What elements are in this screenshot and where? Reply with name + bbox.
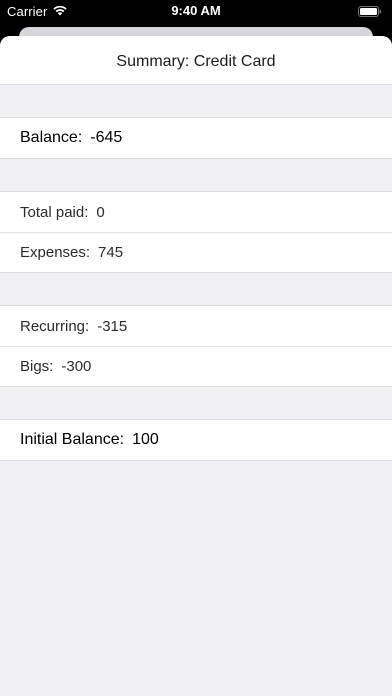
expenses-row: Expenses: 745 — [0, 232, 392, 272]
app-screen: Carrier 9:40 AM Summary: Credit Card Bal… — [0, 0, 392, 696]
total-paid-row: Total paid: 0 — [0, 192, 392, 232]
total-paid-label: Total paid: — [20, 203, 89, 221]
battery-icon — [358, 5, 382, 17]
total-paid-value: 0 — [96, 203, 105, 221]
status-bar: Carrier 9:40 AM — [0, 0, 392, 22]
balance-row: Balance: -645 — [0, 118, 392, 158]
breakdown-section: Recurring: -315 Bigs: -300 — [0, 305, 392, 387]
bigs-value: -300 — [61, 358, 92, 375]
status-time: 9:40 AM — [171, 3, 221, 18]
page-title: Summary: Credit Card — [116, 52, 276, 70]
initial-balance-row: Initial Balance: 100 — [0, 420, 392, 460]
initial-balance-label: Initial Balance: — [20, 431, 125, 448]
balance-section: Balance: -645 — [0, 117, 392, 159]
expenses-label: Expenses: — [20, 244, 91, 261]
balance-label: Balance: — [20, 129, 83, 146]
payments-section: Total paid: 0 Expenses: 745 — [0, 191, 392, 273]
bigs-label: Bigs: — [20, 358, 54, 375]
recurring-row: Recurring: -315 — [0, 306, 392, 346]
recurring-value: -315 — [97, 317, 128, 335]
navigation-bar: Summary: Credit Card — [0, 36, 392, 85]
recurring-label: Recurring: — [20, 317, 90, 335]
expenses-value: 745 — [98, 244, 124, 261]
balance-value: -645 — [90, 129, 123, 146]
bigs-row: Bigs: -300 — [0, 346, 392, 386]
initial-balance-section: Initial Balance: 100 — [0, 419, 392, 461]
initial-balance-value: 100 — [132, 431, 159, 448]
summary-sheet: Summary: Credit Card Balance: -645 Total… — [0, 36, 392, 696]
